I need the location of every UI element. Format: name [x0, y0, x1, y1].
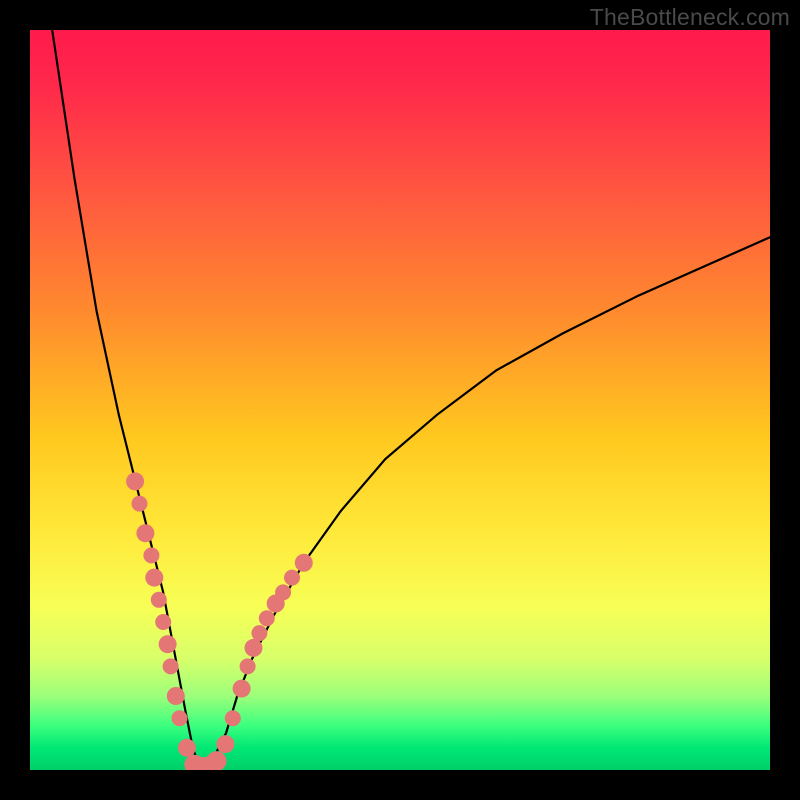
- marker-dot: [172, 710, 188, 726]
- marker-dot: [151, 592, 167, 608]
- marker-dot: [295, 554, 313, 572]
- marker-dot: [225, 710, 241, 726]
- marker-dot: [159, 635, 177, 653]
- marker-dot: [136, 524, 154, 542]
- marker-dot: [233, 680, 251, 698]
- bottleneck-curve-svg: [30, 30, 770, 770]
- marker-dot: [216, 735, 234, 753]
- marker-dot: [132, 496, 148, 512]
- chart-frame: TheBottleneck.com: [0, 0, 800, 800]
- marker-dot: [155, 614, 171, 630]
- marker-dot: [259, 610, 275, 626]
- marker-dot: [240, 658, 256, 674]
- marker-dot: [207, 751, 227, 770]
- marker-dot: [163, 658, 179, 674]
- marker-dot: [143, 547, 159, 563]
- marker-dot: [251, 625, 267, 641]
- marker-dot: [245, 639, 263, 657]
- marker-dot: [145, 569, 163, 587]
- marker-dot: [284, 570, 300, 586]
- marker-group: [126, 472, 313, 770]
- marker-dot: [178, 739, 196, 757]
- watermark-text: TheBottleneck.com: [590, 4, 790, 31]
- plot-area: [30, 30, 770, 770]
- marker-dot: [167, 687, 185, 705]
- bottleneck-curve: [52, 30, 770, 770]
- marker-dot: [275, 584, 291, 600]
- marker-dot: [126, 472, 144, 490]
